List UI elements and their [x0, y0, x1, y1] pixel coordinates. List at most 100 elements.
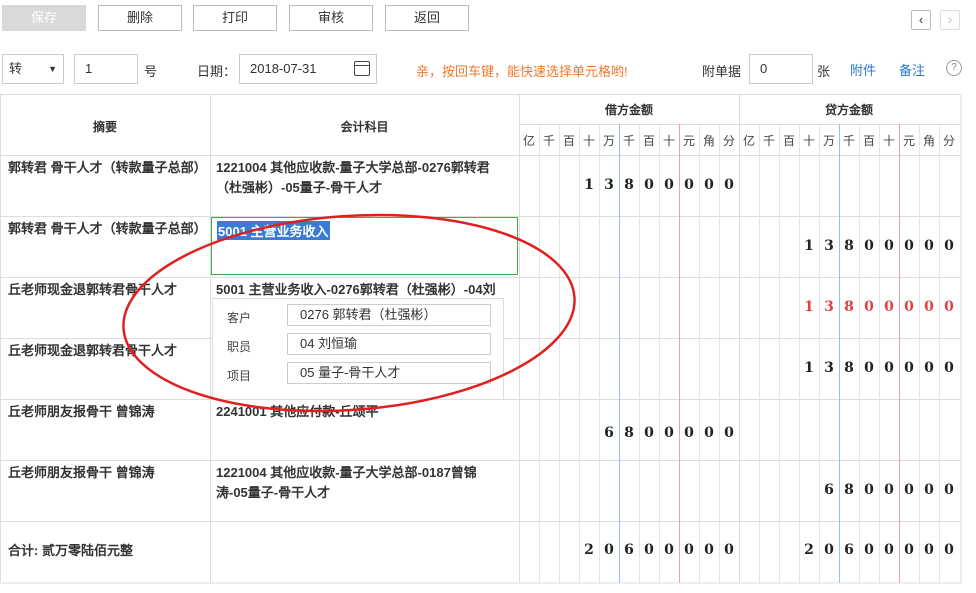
account-edit-input[interactable]: 5001 主营业务收入 [211, 217, 518, 275]
amount-digit: 0 [884, 360, 894, 376]
amount-digit: 0 [944, 482, 954, 498]
row-summary[interactable]: 郭转君 骨干人才（转款量子总部） [8, 219, 208, 239]
credit-unit-label: 十 [802, 134, 815, 148]
total-amount-digit: 0 [604, 542, 614, 558]
amount-digit: 0 [724, 425, 734, 441]
date-label: 日期： [197, 64, 237, 79]
total-amount-digit: 2 [584, 542, 594, 558]
selected-account-text: 5001 主营业务收入 [217, 221, 330, 240]
credit-unit-label: 百 [782, 134, 795, 148]
prev-voucher-button[interactable]: ‹ [911, 10, 931, 30]
amount-digit: 0 [924, 238, 934, 254]
voucher-type-select[interactable]: 转 ▼ [2, 54, 64, 84]
total-label: 合计: 贰万零陆佰元整 [8, 543, 133, 558]
amount-digit: 0 [704, 177, 714, 193]
audit-button[interactable]: 审核 [289, 5, 373, 31]
dropdown-caret-icon: ▼ [48, 64, 57, 74]
attachment-count-input[interactable]: 0 [749, 54, 813, 84]
total-amount-digit: 0 [664, 542, 674, 558]
row-account-line-1: 1221004 其他应收款-量子大学总部-0276郭转君 [216, 160, 490, 175]
row-summary[interactable]: 丘老师现金退郭转君骨干人才 [8, 341, 208, 361]
debit-unit-label: 百 [562, 134, 575, 148]
amount-digit: 0 [684, 177, 694, 193]
staff-label: 职员 [227, 340, 252, 354]
customer-field[interactable]: 0276 郭转君（杜强彬） [287, 304, 491, 326]
row-summary[interactable]: 丘老师朋友报骨干 曾锦涛 [8, 463, 208, 483]
amount-digit: 0 [904, 482, 914, 498]
back-button[interactable]: 返回 [385, 5, 469, 31]
amount-digit: 8 [844, 482, 854, 498]
help-icon[interactable]: ? [946, 60, 962, 76]
debit-unit-label: 万 [602, 134, 615, 148]
row-account-line-2: 涛-05量子-骨干人才 [216, 485, 331, 500]
project-field[interactable]: 05 量子-骨干人才 [287, 362, 491, 384]
next-voucher-button[interactable]: › [940, 10, 960, 30]
amount-digit: 1 [804, 238, 814, 254]
calendar-icon[interactable] [354, 61, 370, 76]
amount-digit: 1 [804, 360, 814, 376]
credit-unit-label: 亿 [742, 134, 755, 148]
debit-unit-label: 十 [662, 134, 675, 148]
total-amount-digit: 0 [824, 542, 834, 558]
attachment-link[interactable]: 附件 [850, 60, 876, 79]
row-account[interactable]: 5001 主营业务收入-0276郭转君（杜强彬）-04刘 [216, 280, 516, 300]
amount-digit: 0 [864, 299, 874, 315]
debit-unit-label: 亿 [522, 134, 535, 148]
row-account[interactable]: 1221004 其他应收款-量子大学总部-0276郭转君 （杜强彬）-05量子-骨… [216, 158, 516, 198]
row-summary[interactable]: 丘老师朋友报骨干 曾锦涛 [8, 402, 208, 422]
staff-field[interactable]: 04 刘恒瑜 [287, 333, 491, 355]
header-summary: 摘要 [92, 120, 117, 134]
keyboard-hint: 亲，按回车键，能快速选择单元格哟! [416, 64, 628, 79]
amount-digit: 6 [604, 425, 614, 441]
total-amount-digit: 0 [724, 542, 734, 558]
project-label: 项目 [227, 369, 252, 383]
amount-digit: 0 [644, 177, 654, 193]
amount-digit: 0 [904, 299, 914, 315]
save-button[interactable]: 保存 [2, 5, 86, 31]
amount-digit: 1 [584, 177, 594, 193]
credit-unit-label: 元 [902, 134, 915, 148]
amount-digit: 0 [924, 482, 934, 498]
total-amount-digit: 0 [644, 542, 654, 558]
amount-digit: 0 [644, 425, 654, 441]
amount-digit: 0 [924, 360, 934, 376]
row-account-line-1: 2241001 其他应付款-丘颂平 [216, 404, 379, 419]
amount-digit: 0 [724, 177, 734, 193]
amount-digit: 0 [884, 238, 894, 254]
amount-digit: 0 [944, 238, 954, 254]
voucher-number-input[interactable]: 1 [74, 54, 138, 84]
amount-digit: 0 [944, 299, 954, 315]
amount-digit: 8 [844, 238, 854, 254]
delete-button[interactable]: 删除 [98, 5, 182, 31]
amount-digit: 1 [804, 299, 814, 315]
voucher-number-suffix: 号 [144, 64, 158, 79]
credit-unit-label: 分 [942, 134, 955, 148]
amount-digit: 0 [904, 360, 914, 376]
row-account[interactable]: 1221004 其他应收款-量子大学总部-0187曾锦 涛-05量子-骨干人才 [216, 463, 516, 503]
row-summary[interactable]: 郭转君 骨干人才（转款量子总部） [8, 158, 208, 178]
debit-unit-label: 元 [682, 134, 695, 148]
amount-digit: 0 [924, 299, 934, 315]
debit-unit-label: 角 [702, 134, 715, 148]
date-input[interactable]: 2018-07-31 [239, 54, 377, 84]
credit-unit-label: 万 [822, 134, 835, 148]
amount-digit: 8 [624, 425, 634, 441]
total-amount-digit: 6 [624, 542, 634, 558]
row-account[interactable]: 2241001 其他应付款-丘颂平 [216, 402, 516, 422]
credit-unit-label: 十 [882, 134, 895, 148]
credit-unit-label: 角 [922, 134, 935, 148]
total-amount-digit: 0 [884, 542, 894, 558]
debit-unit-label: 分 [722, 134, 735, 148]
customer-label: 客户 [227, 311, 252, 325]
debit-unit-label: 千 [622, 134, 635, 148]
print-button[interactable]: 打印 [193, 5, 277, 31]
voucher-type-value: 转 [9, 61, 23, 76]
row-summary[interactable]: 丘老师现金退郭转君骨干人才 [8, 280, 208, 300]
amount-digit: 0 [664, 177, 674, 193]
amount-digit: 0 [884, 299, 894, 315]
note-link[interactable]: 备注 [899, 60, 925, 79]
header-debit: 借方金额 [604, 103, 653, 117]
total-amount-digit: 2 [804, 542, 814, 558]
amount-digit: 6 [824, 482, 834, 498]
total-amount-digit: 0 [904, 542, 914, 558]
